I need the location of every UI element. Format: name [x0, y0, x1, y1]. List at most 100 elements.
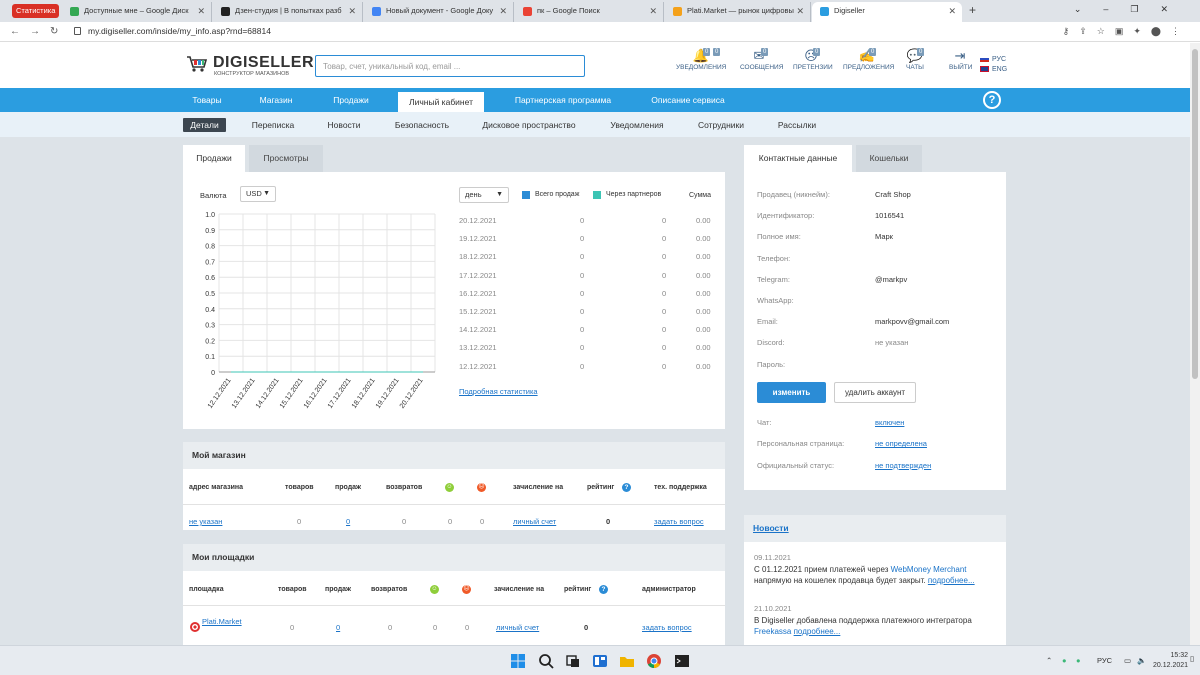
contact-extra-link[interactable]: не подтвержден	[875, 461, 931, 470]
legend-all-label: Всего продаж	[535, 191, 580, 198]
stats-row-all: 0	[580, 307, 585, 316]
search-icon[interactable]	[538, 653, 554, 669]
window-controls[interactable]: ⌄–❐✕	[1074, 4, 1190, 15]
platform-sales-link[interactable]: 0	[336, 623, 340, 632]
subnav-item[interactable]: Безопасность	[388, 118, 456, 132]
tray-app-icon[interactable]: ●	[1062, 656, 1067, 665]
subnav-item[interactable]: Уведомления	[604, 118, 670, 132]
lang-ru[interactable]: РУС	[992, 56, 1006, 63]
browser-tab[interactable]: пк – Google Поиск ✕	[515, 2, 664, 22]
subnav-item[interactable]: Новости	[322, 118, 366, 132]
language-switch[interactable]: РУС ENG	[980, 55, 1007, 75]
question-icon[interactable]: ?	[622, 483, 631, 492]
file-explorer-icon[interactable]	[619, 653, 635, 669]
tab-contacts[interactable]: Контактные данные	[744, 145, 852, 172]
subnav-item[interactable]: Детали	[183, 118, 226, 132]
volume-icon[interactable]: 🔈	[1137, 656, 1146, 665]
chevron-up-icon[interactable]: ⌃	[1046, 656, 1052, 665]
platform-account-link[interactable]: личный счет	[496, 623, 539, 632]
windows-start-icon[interactable]	[510, 653, 526, 669]
tray-app-icon-2[interactable]: ●	[1076, 656, 1081, 665]
news-more-link[interactable]: подробнее...	[794, 627, 841, 636]
statistics-badge[interactable]: Статистика	[12, 4, 60, 18]
chats-button[interactable]: 💬 ЧАТЫ 0	[906, 48, 925, 71]
period-select[interactable]: день ▼	[459, 187, 509, 203]
favicon-icon	[673, 7, 682, 16]
news-title-link[interactable]: Новости	[753, 523, 789, 533]
platform-admin-link[interactable]: задать вопрос	[642, 623, 692, 632]
table-header: возвратов	[371, 586, 408, 593]
task-view-icon[interactable]	[565, 653, 581, 669]
terminal-icon[interactable]	[674, 653, 690, 669]
stats-row-sum: 0.00	[696, 288, 711, 298]
offers-button[interactable]: ✍ ПРЕДЛОЖЕНИЯ 0	[843, 48, 894, 71]
nav-item[interactable]: Партнерская программа	[505, 88, 621, 112]
shop-support-link[interactable]: задать вопрос	[654, 517, 704, 526]
notifications-button[interactable]: 🔔 УВЕДОМЛЕНИЯ 0 0	[676, 48, 726, 71]
nav-item[interactable]: Описание сервиса	[643, 88, 733, 112]
shop-address-link[interactable]: не указан	[189, 517, 222, 526]
help-icon[interactable]: ?	[983, 91, 1001, 109]
back-icon[interactable]: ←	[10, 26, 20, 37]
claims-button[interactable]: ☹ ПРЕТЕНЗИИ 0	[793, 48, 833, 71]
new-tab-button[interactable]: +	[969, 3, 976, 17]
scrollbar-thumb[interactable]	[1192, 49, 1198, 379]
browser-toolbar-icons[interactable]: ⚷⇪☆▣✦⬤⋮	[1063, 26, 1190, 37]
legend-partners-swatch	[593, 191, 601, 199]
language-indicator[interactable]: РУС	[1097, 656, 1112, 665]
tab-sales[interactable]: Продажи	[183, 145, 245, 172]
messages-button[interactable]: ✉ СООБЩЕНИЯ 0	[740, 48, 783, 71]
news-inline-link[interactable]: Freekassa	[754, 627, 791, 636]
nav-item[interactable]: Магазин	[250, 88, 302, 112]
question-icon[interactable]: ?	[599, 585, 608, 594]
detail-stats-link[interactable]: Подробная статистика	[459, 387, 538, 396]
reload-icon[interactable]: ↻	[50, 26, 58, 37]
url-field[interactable]: my.digiseller.com/inside/my_info.asp?rnd…	[88, 26, 271, 36]
logout-icon: ⇥	[954, 48, 966, 63]
stats-row-date: 17.12.2021	[459, 270, 497, 280]
news-text-start: С 01.12.2021 прием платежей через	[754, 565, 891, 574]
currency-select[interactable]: USD ▼	[240, 186, 276, 202]
network-icon[interactable]: ▭	[1124, 656, 1131, 665]
browser-tab[interactable]: Доступные мне – Google Диск ✕	[62, 2, 212, 22]
news-inline-link[interactable]: WebMoney Merchant	[891, 565, 967, 574]
logout-button[interactable]: ⇥ ВЫЙТИ	[949, 48, 972, 71]
chrome-icon[interactable]	[646, 653, 662, 669]
subnav-item[interactable]: Рассылки	[772, 118, 822, 132]
contact-extra-link[interactable]: включен	[875, 418, 904, 427]
page-scrollbar[interactable]	[1190, 43, 1200, 645]
nav-item[interactable]: Личный кабинет	[398, 92, 484, 112]
widgets-icon[interactable]	[592, 653, 608, 669]
subnav-item[interactable]: Дисковое пространство	[476, 118, 582, 132]
nav-item[interactable]: Продажи	[322, 88, 380, 112]
forward-icon[interactable]: →	[30, 26, 40, 37]
browser-tab[interactable]: Новый документ - Google Доку ✕	[364, 2, 514, 22]
browser-tab[interactable]: Plati.Market — рынок цифровы ✕	[665, 2, 811, 22]
subnav-item[interactable]: Переписка	[246, 118, 300, 132]
close-icon[interactable]: ✕	[796, 2, 804, 20]
news-more-link[interactable]: подробнее...	[928, 576, 975, 585]
lang-en[interactable]: ENG	[992, 66, 1007, 73]
close-icon[interactable]: ✕	[197, 2, 205, 20]
close-icon[interactable]: ✕	[499, 2, 507, 20]
system-clock[interactable]: 15:32 20.12.2021	[1153, 651, 1188, 671]
platform-link[interactable]: Plati.Market	[202, 617, 242, 626]
shop-sales-link[interactable]: 0	[346, 517, 350, 526]
shop-account-link[interactable]: личный счет	[513, 517, 556, 526]
edit-button[interactable]: изменить	[757, 382, 826, 403]
os-taskbar: ⌃ ● ● РУС ▭ 🔈 15:32 20.12.2021 ▯	[0, 645, 1200, 675]
stats-row-date: 18.12.2021	[459, 252, 497, 262]
close-icon[interactable]: ✕	[948, 2, 956, 20]
browser-tab[interactable]: Digiseller ✕	[812, 2, 962, 22]
browser-tab[interactable]: Дзен-студия | В попытках разб ✕	[213, 2, 363, 22]
close-icon[interactable]: ✕	[649, 2, 657, 20]
delete-account-button[interactable]: удалить аккаунт	[834, 382, 916, 403]
notifications-icon[interactable]: ▯	[1190, 654, 1194, 663]
subnav-item[interactable]: Сотрудники	[690, 118, 752, 132]
close-icon[interactable]: ✕	[348, 2, 356, 20]
contact-extra-link[interactable]: не определена	[875, 439, 927, 448]
search-input[interactable]	[315, 55, 585, 77]
nav-item[interactable]: Товары	[183, 88, 231, 112]
tab-views[interactable]: Просмотры	[249, 145, 323, 172]
tab-wallets[interactable]: Кошельки	[856, 145, 922, 172]
